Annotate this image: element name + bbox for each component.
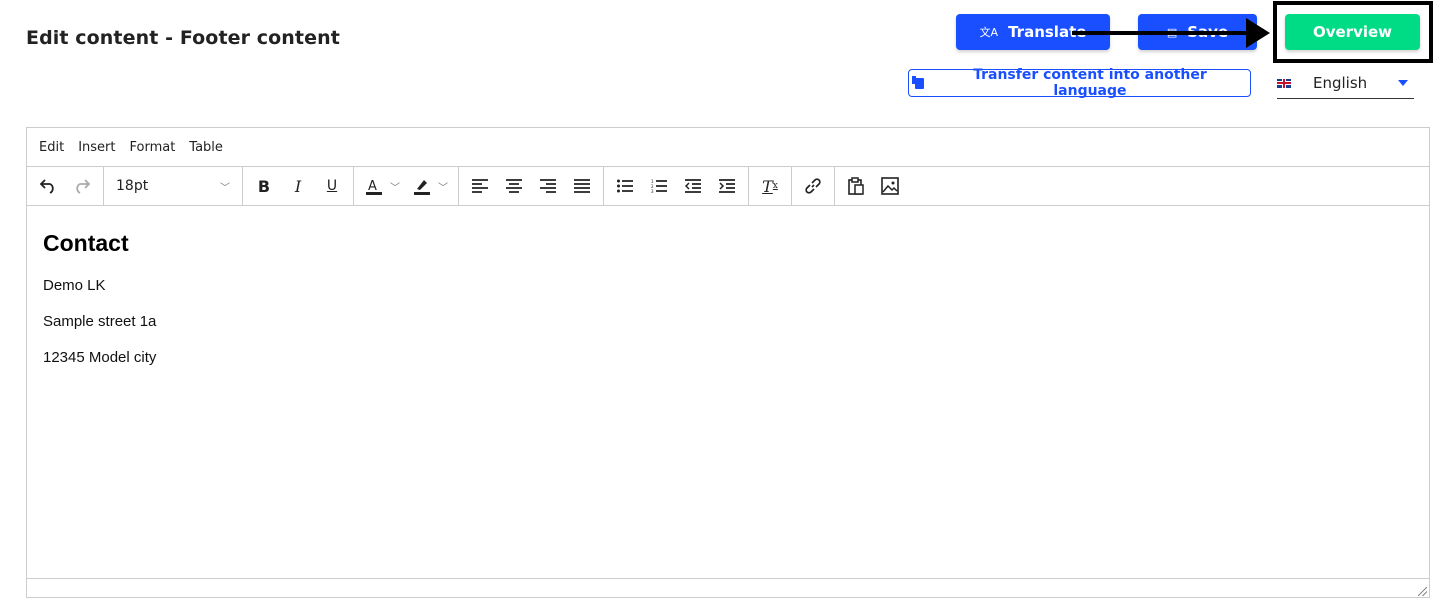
italic-icon[interactable]: I: [281, 171, 315, 201]
bold-icon[interactable]: B: [247, 171, 281, 201]
editor-statusbar: [27, 578, 1429, 597]
clear-formatting-icon[interactable]: Tx: [753, 171, 787, 201]
outdent-icon[interactable]: [676, 171, 710, 201]
chevron-down-icon: ﹀: [220, 182, 230, 194]
bullet-list-icon[interactable]: [608, 171, 642, 201]
page-title: Edit content - Footer content: [26, 27, 340, 49]
numbered-list-icon[interactable]: 123: [642, 171, 676, 201]
menu-insert[interactable]: Insert: [78, 140, 123, 155]
align-justify-icon[interactable]: [565, 171, 599, 201]
language-select[interactable]: English: [1277, 68, 1414, 99]
editor-menubar: Edit Insert Format Table: [27, 128, 1429, 167]
overview-button[interactable]: Overview: [1285, 14, 1420, 50]
list-group: 123: [604, 167, 749, 205]
save-icon: ▤: [1166, 25, 1178, 39]
font-size-select[interactable]: 18pt ﹀: [108, 171, 238, 201]
language-selected: English: [1313, 74, 1368, 92]
rich-text-editor: Edit Insert Format Table 18pt ﹀ B I U A …: [26, 127, 1430, 598]
link-group: [792, 167, 835, 205]
undo-icon[interactable]: [31, 171, 65, 201]
document-copy-icon: [912, 75, 924, 89]
content-line: Demo LK: [43, 277, 106, 294]
save-button[interactable]: ▤ Save: [1138, 14, 1257, 50]
format-group: B I U: [243, 167, 354, 205]
redo-icon[interactable]: [65, 171, 99, 201]
history-group: [27, 167, 104, 205]
menu-edit[interactable]: Edit: [39, 140, 72, 155]
font-size-value: 18pt: [116, 178, 149, 194]
image-icon[interactable]: [873, 171, 907, 201]
underline-icon[interactable]: U: [315, 171, 349, 201]
color-group: A ﹀ ﹀: [354, 167, 459, 205]
align-center-icon[interactable]: [497, 171, 531, 201]
clear-format-group: Tx: [749, 167, 792, 205]
paste-image-group: [835, 167, 911, 205]
transfer-content-button[interactable]: Transfer content into another language: [908, 67, 1251, 99]
content-line: 12345 Model city: [43, 349, 157, 366]
editor-content-area[interactable]: Contact Demo LK Sample street 1a 12345 M…: [27, 206, 1429, 578]
text-color-icon[interactable]: A ﹀: [358, 171, 406, 201]
content-line: Sample street 1a: [43, 313, 157, 330]
content-heading: Contact: [43, 230, 129, 256]
menu-format[interactable]: Format: [129, 140, 183, 155]
translate-label: Translate: [1008, 23, 1087, 41]
align-right-icon[interactable]: [531, 171, 565, 201]
translate-button[interactable]: 文A Translate: [956, 14, 1110, 50]
align-group: [459, 167, 604, 205]
svg-text:A: A: [368, 179, 377, 194]
font-size-group: 18pt ﹀: [104, 167, 243, 205]
translate-icon: 文A: [979, 26, 999, 39]
menu-table[interactable]: Table: [189, 140, 231, 155]
overview-label: Overview: [1312, 23, 1393, 41]
svg-text:3: 3: [651, 189, 654, 193]
link-icon[interactable]: [796, 171, 830, 201]
transfer-label: Transfer content into another language: [973, 67, 1207, 99]
highlight-color-icon[interactable]: ﹀: [406, 171, 454, 201]
resize-handle-icon[interactable]: [1418, 587, 1427, 596]
save-label: Save: [1187, 23, 1229, 41]
indent-icon[interactable]: [710, 171, 744, 201]
paste-icon[interactable]: [839, 171, 873, 201]
editor-toolbar: 18pt ﹀ B I U A ﹀ ﹀ 123 T x: [27, 167, 1429, 206]
caret-down-icon: [1398, 80, 1408, 86]
align-left-icon[interactable]: [463, 171, 497, 201]
uk-flag-icon: [1277, 78, 1291, 88]
